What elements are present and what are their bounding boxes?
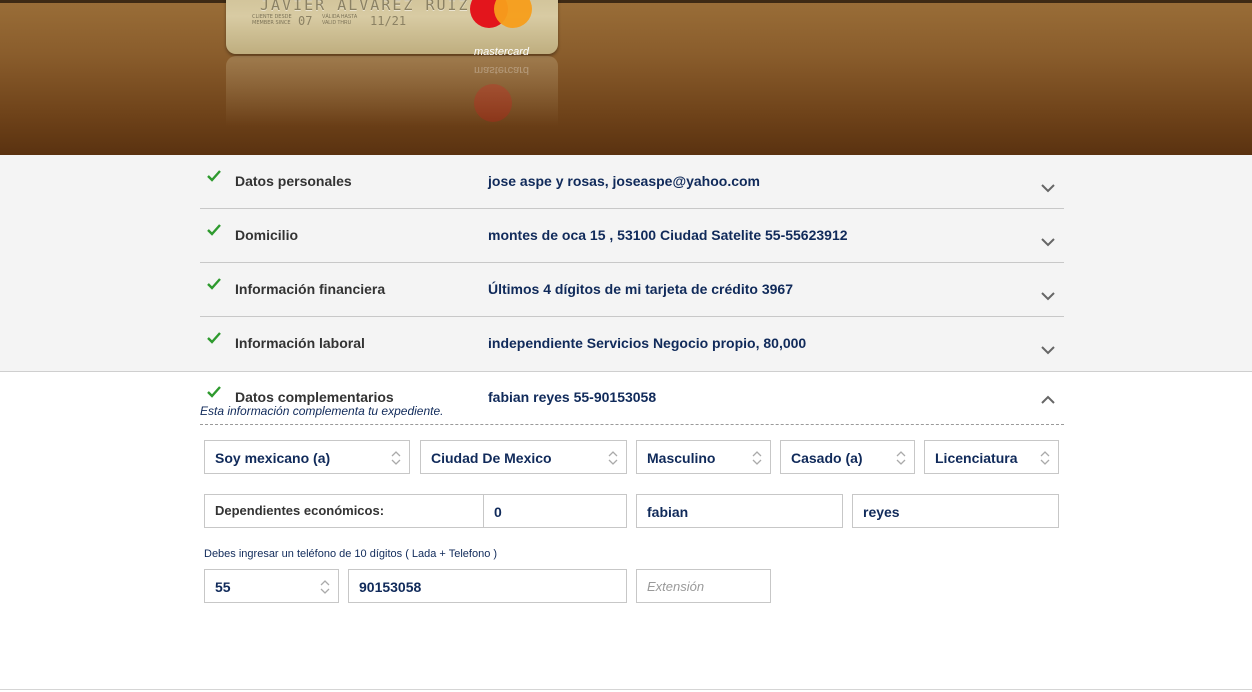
reference-first-name-input[interactable]: fabian [636, 494, 843, 528]
dependents-value: 0 [494, 504, 502, 520]
section-informacion-laboral[interactable]: Información laboral independiente Servic… [200, 317, 1064, 370]
section-title: Datos complementarios [235, 389, 394, 405]
section-title: Información financiera [235, 281, 386, 297]
section-title: Datos personales [235, 173, 352, 189]
nationality-value: Soy mexicano (a) [215, 450, 331, 466]
section-summary: Últimos 4 dígitos de mi tarjeta de crédi… [488, 281, 793, 297]
chevron-down-icon[interactable] [1040, 345, 1056, 355]
reference-first-name-value: fabian [647, 504, 689, 520]
check-icon [207, 278, 221, 290]
extension-placeholder: Extensión [647, 579, 705, 594]
section-title: Información laboral [235, 335, 365, 351]
chevron-down-icon[interactable] [1040, 183, 1056, 193]
state-value: Ciudad De Mexico [431, 450, 552, 466]
section-title: Domicilio [235, 227, 299, 243]
chevron-down-icon[interactable] [1040, 291, 1056, 301]
marital-status-select[interactable]: Casado (a) [780, 440, 915, 474]
gender-value: Masculino [647, 450, 716, 466]
reflection-wordmark: mastercard [474, 64, 530, 76]
card-valid-thru-label: VÁLIDA HASTA VALID THRU [322, 14, 357, 26]
marital-status-value: Casado (a) [791, 450, 863, 466]
section-informacion-financiera[interactable]: Información financiera Últimos 4 dígitos… [200, 263, 1064, 317]
chevron-down-icon[interactable] [1040, 237, 1056, 247]
dependents-label: Dependientes económicos: [215, 503, 385, 518]
reference-last-name-value: reyes [863, 504, 900, 520]
section-summary: montes de oca 15 , 53100 Ciudad Satelite… [488, 227, 848, 243]
state-select[interactable]: Ciudad De Mexico [420, 440, 627, 474]
phone-input[interactable]: 90153058 [348, 569, 627, 603]
select-arrows-icon [1040, 451, 1050, 465]
section-domicilio[interactable]: Domicilio montes de oca 15 , 53100 Ciuda… [200, 209, 1064, 263]
select-arrows-icon [896, 451, 906, 465]
extension-input[interactable]: Extensión [636, 569, 771, 603]
dependents-label-box: Dependientes económicos: [204, 494, 484, 528]
reference-last-name-input[interactable]: reyes [852, 494, 1059, 528]
card-valid-thru: 11/21 [370, 14, 407, 28]
check-icon [207, 170, 221, 182]
gender-select[interactable]: Masculino [636, 440, 771, 474]
credit-card-image: JAVIER ALVAREZ RUIZ CLIENTE DESDE MEMBER… [226, 0, 558, 58]
section-datos-personales[interactable]: Datos personales jose aspe y rosas, jose… [200, 155, 1064, 209]
hero-banner: JAVIER ALVAREZ RUIZ CLIENTE DESDE MEMBER… [0, 0, 1252, 155]
select-arrows-icon [320, 580, 330, 594]
section-summary: fabian reyes 55-90153058 [488, 389, 657, 405]
section-summary: jose aspe y rosas, joseaspe@yahoo.com [488, 173, 760, 189]
section-summary: independiente Servicios Negocio propio, … [488, 335, 807, 351]
nationality-select[interactable]: Soy mexicano (a) [204, 440, 410, 474]
dependents-input[interactable]: 0 [483, 494, 627, 528]
select-arrows-icon [752, 451, 762, 465]
select-arrows-icon [391, 451, 401, 465]
card-holder-name: JAVIER ALVAREZ RUIZ [260, 0, 470, 14]
education-value: Licenciatura [935, 450, 1018, 466]
chevron-up-icon[interactable] [1040, 395, 1056, 405]
section-datos-complementarios[interactable]: Datos complementarios fabian reyes 55-90… [200, 371, 1064, 425]
hero-top-border [0, 0, 1252, 3]
select-arrows-icon [608, 451, 618, 465]
section-note: Esta información complementa tu expedien… [200, 404, 444, 418]
card-member-since-label: CLIENTE DESDE MEMBER SINCE [252, 14, 292, 26]
lada-value: 55 [215, 579, 231, 595]
card-reflection: mastercard [226, 56, 558, 126]
check-icon [207, 224, 221, 236]
phone-hint: Debes ingresar un teléfono de 10 dígitos… [204, 548, 498, 560]
lada-select[interactable]: 55 [204, 569, 339, 603]
footer-divider [0, 689, 1252, 690]
education-select[interactable]: Licenciatura [924, 440, 1059, 474]
phone-value: 90153058 [359, 579, 422, 595]
check-icon [207, 332, 221, 344]
check-icon [207, 386, 221, 398]
mastercard-logo: mastercard [470, 0, 550, 58]
card-member-since: 07 [298, 14, 313, 28]
